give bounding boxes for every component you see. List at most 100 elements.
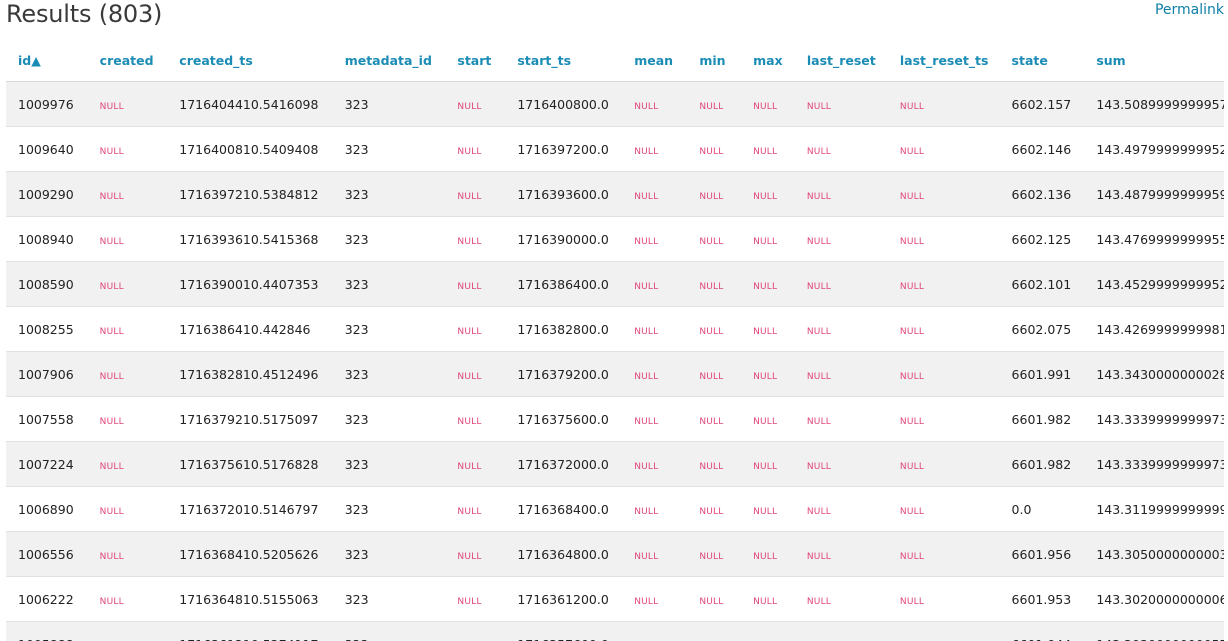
null-value: NULL	[699, 371, 724, 382]
column-header-id[interactable]: id▲	[6, 39, 88, 82]
cell-max: NULL	[741, 306, 795, 352]
column-header-start-ts[interactable]: start_ts	[505, 39, 623, 82]
cell-start-ts: 1716393600.0	[505, 171, 623, 217]
null-value: NULL	[699, 146, 724, 157]
cell-created-ts: 1716364810.5155063	[167, 576, 333, 622]
column-header-last-reset[interactable]: last_reset	[794, 39, 888, 82]
null-value: NULL	[899, 371, 925, 382]
null-value: NULL	[634, 281, 659, 292]
cell-last-reset-ts: NULL	[887, 396, 1000, 442]
null-value: NULL	[457, 101, 482, 112]
cell-id: 1008590	[6, 261, 88, 307]
null-value: NULL	[899, 191, 925, 202]
null-value: NULL	[634, 506, 659, 517]
cell-mean: NULL	[622, 351, 688, 397]
null-value: NULL	[806, 101, 831, 112]
null-value: NULL	[699, 416, 724, 427]
column-header-max[interactable]: max	[741, 39, 795, 82]
null-value: NULL	[899, 596, 925, 607]
cell-mean: NULL	[622, 126, 688, 172]
cell-mean: NULL	[622, 441, 688, 487]
cell-min: NULL	[687, 81, 742, 127]
null-value: NULL	[806, 146, 831, 157]
cell-start-ts: 1716357600.0	[505, 621, 623, 641]
column-header-sum[interactable]: sum	[1084, 39, 1224, 82]
column-header-metadata-id[interactable]: metadata_id	[332, 39, 446, 82]
cell-created: NULL	[87, 261, 168, 307]
cell-metadata-id: 323	[332, 486, 446, 532]
column-header-min[interactable]: min	[687, 39, 742, 82]
cell-created: NULL	[87, 171, 168, 217]
cell-created: NULL	[87, 126, 168, 172]
cell-start: NULL	[445, 306, 506, 352]
cell-id: 1006556	[6, 531, 88, 577]
cell-max: NULL	[741, 171, 795, 217]
cell-created: NULL	[87, 531, 168, 577]
cell-created-ts: 1716361210.5274117	[167, 621, 333, 641]
column-header-start[interactable]: start	[445, 39, 506, 82]
cell-min: NULL	[687, 396, 742, 442]
null-value: NULL	[457, 146, 482, 157]
null-value: NULL	[99, 191, 124, 202]
cell-mean: NULL	[622, 216, 688, 262]
null-value: NULL	[99, 371, 124, 382]
cell-created: NULL	[87, 486, 168, 532]
cell-max: NULL	[741, 576, 795, 622]
cell-state: 6601.982	[999, 441, 1085, 487]
null-value: NULL	[699, 281, 724, 292]
null-value: NULL	[634, 461, 659, 472]
cell-metadata-id: 323	[332, 171, 446, 217]
column-header-created-ts[interactable]: created_ts	[167, 39, 333, 82]
table-row: 1008590 NULL 1716390010.4407353 323 NULL 1716…	[6, 261, 1224, 307]
column-header-mean[interactable]: mean	[622, 39, 688, 82]
cell-max: NULL	[741, 621, 795, 641]
cell-mean: NULL	[622, 81, 688, 127]
null-value: NULL	[753, 101, 778, 112]
null-value: NULL	[99, 326, 124, 337]
cell-sum: 143.3119999999999	[1084, 486, 1224, 532]
table-row: 1009976 NULL 1716404410.5416098 323 NULL 1716…	[6, 81, 1224, 127]
null-value: NULL	[457, 596, 482, 607]
null-value: NULL	[899, 146, 925, 157]
null-value: NULL	[99, 416, 124, 427]
cell-min: NULL	[687, 621, 742, 641]
cell-created: NULL	[87, 81, 168, 127]
null-value: NULL	[806, 551, 831, 562]
cell-state: 6602.146	[999, 126, 1085, 172]
cell-created-ts: 1716379210.5175097	[167, 396, 333, 442]
cell-last-reset-ts: NULL	[887, 576, 1000, 622]
null-value: NULL	[457, 191, 482, 202]
cell-start: NULL	[445, 486, 506, 532]
null-value: NULL	[99, 281, 124, 292]
permalink-link[interactable]: Permalink	[1155, 1, 1224, 19]
cell-sum: 143.3020000000006	[1084, 576, 1224, 622]
cell-metadata-id: 323	[332, 396, 446, 442]
table-row: 1009640 NULL 1716400810.5409408 323 NULL 1716…	[6, 126, 1224, 172]
cell-min: NULL	[687, 486, 742, 532]
cell-created: NULL	[87, 396, 168, 442]
cell-id: 1008940	[6, 216, 88, 262]
cell-start-ts: 1716375600.0	[505, 396, 623, 442]
cell-metadata-id: 323	[332, 306, 446, 352]
cell-min: NULL	[687, 351, 742, 397]
cell-metadata-id: 323	[332, 81, 446, 127]
null-value: NULL	[806, 596, 831, 607]
cell-sum: 143.3050000000003	[1084, 531, 1224, 577]
table-row: 1006222 NULL 1716364810.5155063 323 NULL 1716…	[6, 576, 1224, 622]
column-header-last-reset-ts[interactable]: last_reset_ts	[887, 39, 1000, 82]
cell-sum: 143.47699999999554	[1084, 216, 1224, 262]
cell-start-ts: 1716400800.0	[505, 81, 623, 127]
cell-mean: NULL	[622, 531, 688, 577]
cell-last-reset-ts: NULL	[887, 261, 1000, 307]
table-row: 1006556 NULL 1716368410.5205626 323 NULL 1716…	[6, 531, 1224, 577]
table-row: 1007906 NULL 1716382810.4512496 323 NULL 1716…	[6, 351, 1224, 397]
cell-start-ts: 1716372000.0	[505, 441, 623, 487]
null-value: NULL	[899, 101, 925, 112]
null-value: NULL	[806, 191, 831, 202]
cell-id: 1009640	[6, 126, 88, 172]
cell-start-ts: 1716368400.0	[505, 486, 623, 532]
cell-max: NULL	[741, 216, 795, 262]
column-header-created[interactable]: created	[87, 39, 168, 82]
column-header-state[interactable]: state	[999, 39, 1085, 82]
cell-start-ts: 1716379200.0	[505, 351, 623, 397]
